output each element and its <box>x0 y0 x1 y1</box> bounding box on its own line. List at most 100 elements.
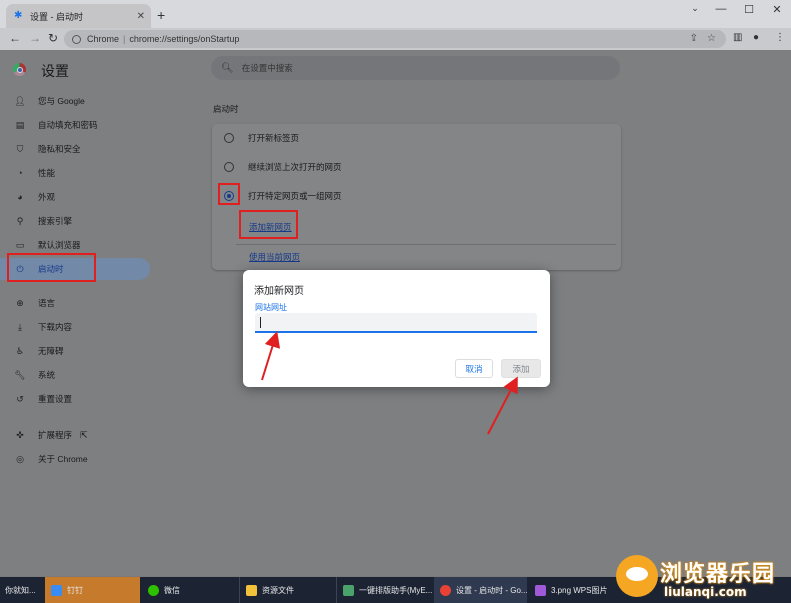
url-field-label: 网站网址 <box>255 303 287 312</box>
option-continue[interactable]: 继续浏览上次打开的网页 <box>212 156 621 178</box>
search-icon: 🔍︎ <box>221 62 234 74</box>
settings-search-input[interactable]: 🔍︎ 在设置中搜索 <box>211 56 620 80</box>
option-new-tab[interactable]: 打开新标签页 <box>212 127 621 149</box>
star-icon[interactable]: ☆ <box>707 30 716 48</box>
menu-icon[interactable]: ⋮ <box>775 32 785 43</box>
sidebar-item-search-engine[interactable]: ⚲ 搜索引擎 <box>0 210 150 232</box>
profile-icon[interactable]: ● <box>753 32 759 43</box>
sidebar-item-languages[interactable]: ⊕ 语言 <box>0 292 150 314</box>
person-icon: 👤︎ <box>14 95 26 106</box>
side-panel-icon[interactable]: ▥ <box>733 32 742 43</box>
sidebar-item-accessibility[interactable]: ♿︎ 无障碍 <box>0 340 150 362</box>
chrome-icon: ◎ <box>16 453 24 464</box>
reload-icon[interactable]: ↻ <box>48 31 58 45</box>
maximize-icon[interactable]: ☐ <box>734 3 764 16</box>
divider <box>236 244 616 245</box>
wechat-icon <box>148 584 159 596</box>
globe-icon: ⊕ <box>16 297 24 308</box>
chrome-site-icon <box>72 34 81 44</box>
chrome-logo-icon <box>13 63 26 76</box>
cancel-button[interactable]: 取消 <box>455 359 493 378</box>
taskbar-item-explorer[interactable]: 资源文件 <box>240 577 336 603</box>
sidebar-item-label: 扩展程序 <box>38 430 73 440</box>
watermark-text: 浏览器乐园 <box>660 562 776 587</box>
back-arrow-icon[interactable]: ← <box>9 31 21 45</box>
sidebar-item-label: 关于 Chrome <box>38 454 88 464</box>
sidebar-item-label: 下载内容 <box>38 322 73 332</box>
sidebar-item-about-chrome[interactable]: ◎ 关于 Chrome <box>0 448 150 470</box>
gear-icon: ✱ <box>14 10 23 21</box>
radio-button[interactable] <box>224 162 234 172</box>
taskbar-item[interactable]: 你就知... <box>0 577 45 603</box>
taskbar-item-chrome[interactable]: 设置 - 启动时 - Go... <box>434 577 527 603</box>
url-input[interactable] <box>255 313 537 333</box>
option-specific-pages[interactable]: 打开特定网页或一组网页 <box>212 185 621 207</box>
sidebar-item-performance[interactable]: ◔ 性能 <box>0 162 150 184</box>
share-icon[interactable]: ⇪ <box>690 30 698 48</box>
taskbar-item-dingtalk[interactable]: 钉钉 <box>45 577 140 603</box>
add-page-dialog: 添加新网页 网站网址 取消 添加 <box>243 270 550 387</box>
palette-icon: ◕ <box>17 192 23 202</box>
sidebar-item-autofill[interactable]: ▤ 自动填充和密码 <box>0 114 150 136</box>
taskbar-item-wps[interactable]: 3.png WPS图片 <box>529 577 609 603</box>
sidebar-item-privacy[interactable]: ⛉ 隐私和安全 <box>0 138 150 160</box>
taskbar-item-label: 微信 <box>164 585 180 595</box>
taskbar-item-label: 一键排版助手(MyE... <box>359 585 433 595</box>
sidebar-item-label: 性能 <box>38 168 56 178</box>
text-caret <box>260 317 261 328</box>
annotation-box-add-link <box>239 210 298 239</box>
taskbar-item-label: 钉钉 <box>67 585 83 595</box>
site-name: Chrome <box>87 34 120 44</box>
close-icon[interactable]: ✕ <box>137 11 145 22</box>
sidebar-item-label: 搜索引擎 <box>38 216 73 226</box>
new-tab-button[interactable]: + <box>157 7 165 23</box>
use-current-pages-link[interactable]: 使用当前网页 <box>249 251 300 263</box>
sidebar-item-appearance[interactable]: ◕ 外观 <box>0 186 150 208</box>
annotation-box-sidebar <box>7 253 96 282</box>
sidebar-item-label: 自动填充和密码 <box>38 120 98 130</box>
radio-button[interactable] <box>224 133 234 143</box>
url-separator: | <box>123 34 126 44</box>
section-title: 启动时 <box>213 104 239 114</box>
tab-strip: ✱ 设置 - 启动时 ✕ + ⌄ — ☐ ✕ <box>0 0 791 28</box>
accessibility-icon: ♿︎ <box>15 345 25 356</box>
sidebar-item-system[interactable]: 🔧︎ 系统 <box>0 364 150 386</box>
clipboard-icon: ▤ <box>15 119 25 130</box>
taskbar-item-wechat[interactable]: 微信 <box>142 577 238 603</box>
sidebar-item-label: 语言 <box>38 298 56 308</box>
forward-arrow-icon[interactable]: → <box>29 31 41 45</box>
minimize-icon[interactable]: — <box>706 3 736 15</box>
external-link-icon: ⇱ <box>80 429 88 440</box>
dialog-title: 添加新网页 <box>254 286 304 297</box>
taskbar-item-label: 资源文件 <box>262 585 294 595</box>
tab-title: 设置 - 启动时 <box>30 11 83 22</box>
sidebar-item-you-and-google[interactable]: 👤︎ 您与 Google <box>0 90 150 112</box>
wps-image-icon <box>535 584 546 596</box>
browser-icon: ▭ <box>15 239 25 250</box>
sidebar-item-label: 隐私和安全 <box>38 144 81 154</box>
sidebar-item-label: 默认浏览器 <box>38 240 81 250</box>
close-window-icon[interactable]: ✕ <box>762 3 791 16</box>
watermark-logo-icon <box>616 555 658 597</box>
sidebar-item-label: 您与 Google <box>38 96 85 106</box>
folder-icon <box>246 584 257 596</box>
address-bar[interactable]: Chrome | chrome://settings/onStartup ⇪ ☆ <box>64 30 726 48</box>
watermark: 浏览器乐园 liulanqi.com <box>608 553 791 603</box>
speedometer-icon: ◔ <box>17 168 23 178</box>
sidebar-item-reset[interactable]: ↺ 重置设置 <box>0 388 150 410</box>
sidebar-item-label: 重置设置 <box>38 394 73 404</box>
option-label: 打开特定网页或一组网页 <box>248 191 342 201</box>
layout-helper-icon <box>343 584 354 596</box>
download-icon: ⤓ <box>18 321 22 332</box>
sidebar-item-extensions[interactable]: ✜ 扩展程序 ⇱ <box>0 424 150 446</box>
wrench-icon: 🔧︎ <box>14 369 26 380</box>
sidebar-item-downloads[interactable]: ⤓ 下载内容 <box>0 316 150 338</box>
option-label: 继续浏览上次打开的网页 <box>248 162 342 172</box>
tab-settings[interactable]: ✱ 设置 - 启动时 ✕ <box>6 4 151 28</box>
sidebar-item-label: 无障碍 <box>38 346 64 356</box>
search-placeholder: 在设置中搜索 <box>241 63 293 73</box>
taskbar-item-layout-helper[interactable]: 一键排版助手(MyE... <box>337 577 433 603</box>
add-button[interactable]: 添加 <box>501 359 541 378</box>
search-icon: ⚲ <box>16 215 24 226</box>
puzzle-icon: ✜ <box>16 429 24 440</box>
